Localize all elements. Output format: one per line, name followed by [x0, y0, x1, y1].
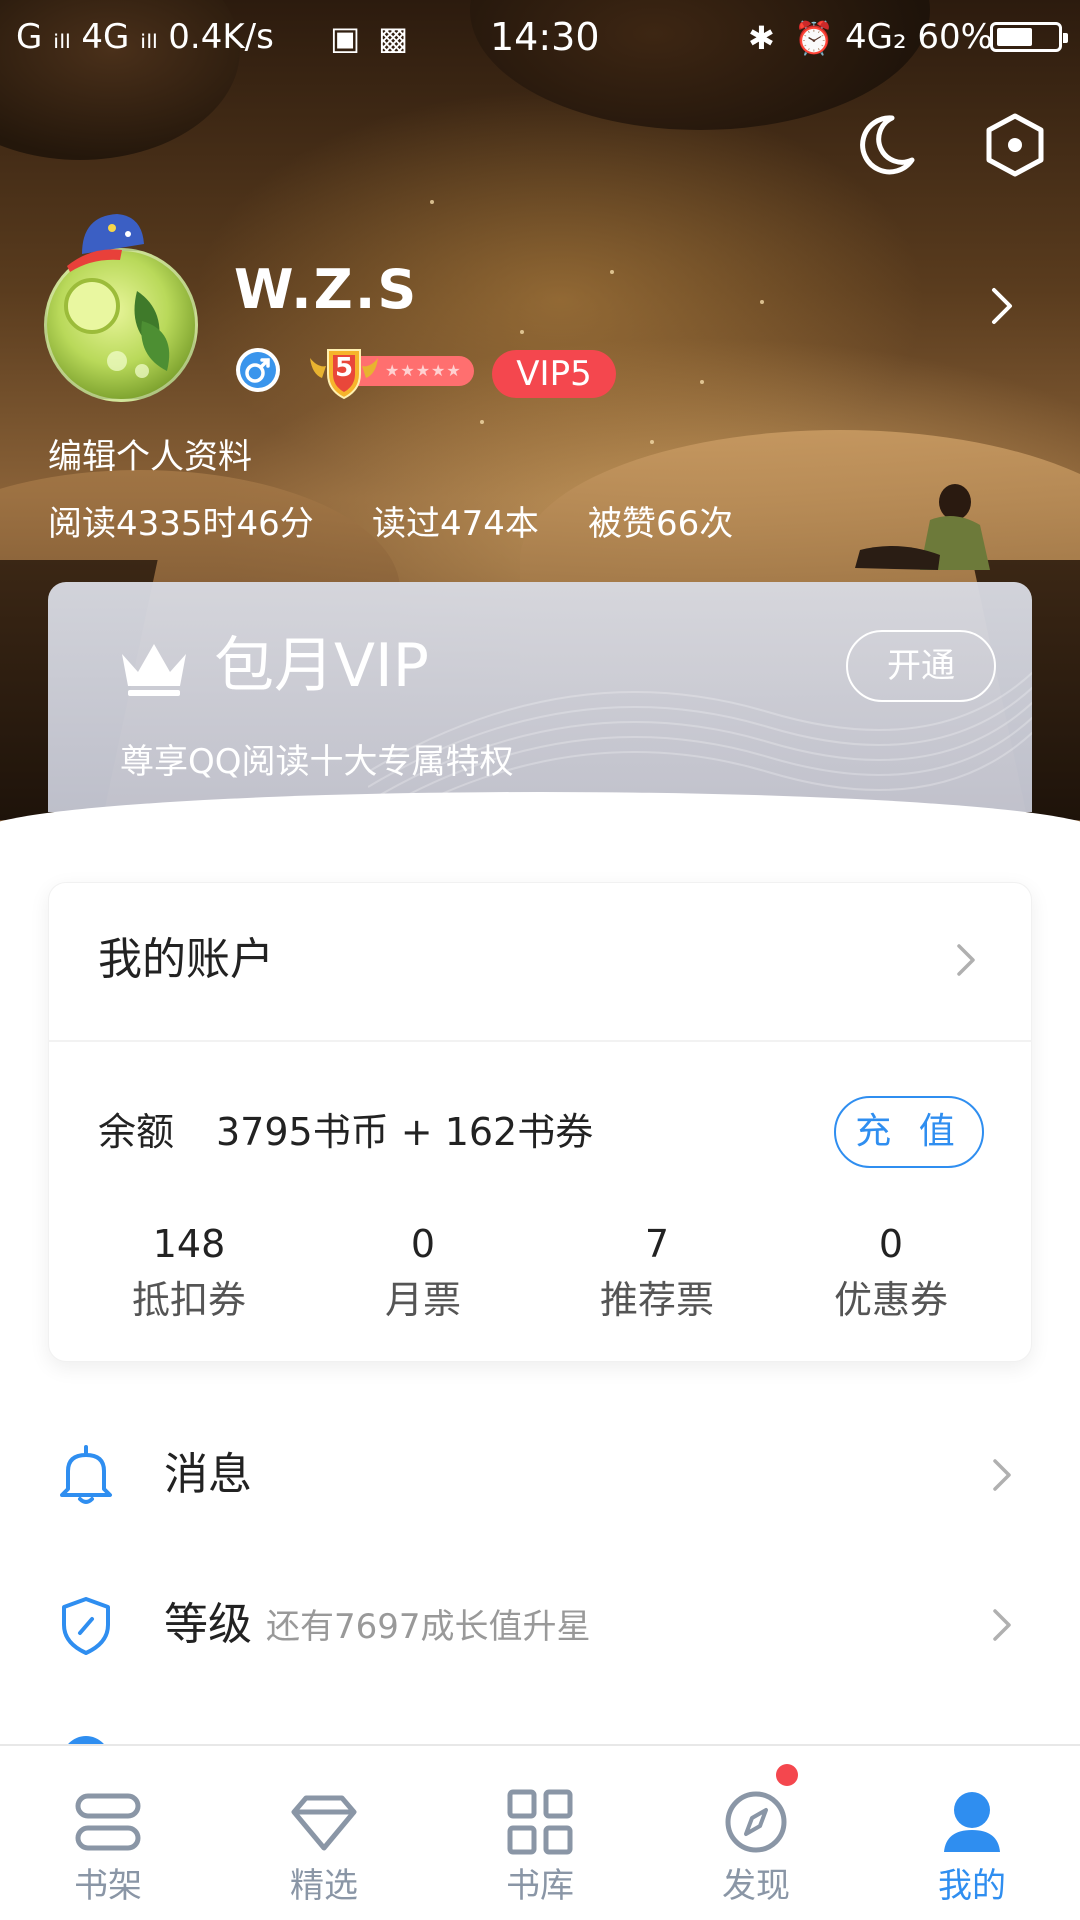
chevron-right-icon [993, 1609, 1011, 1641]
recharge-button[interactable]: 充 值 [834, 1096, 984, 1168]
nav-label: 发现 [722, 1866, 790, 1906]
profile-icon [944, 1792, 1000, 1852]
books-read-stat: 读过474本 [372, 504, 539, 544]
vip-card-title: 包月VIP [214, 631, 429, 701]
reading-time-stat: 阅读4335时46分 [48, 504, 314, 544]
shield-icon [62, 1597, 110, 1655]
edit-profile-link[interactable]: 编辑个人资料 [48, 432, 252, 482]
my-account-title[interactable]: 我的账户 [98, 930, 274, 990]
username: W.Z.S [234, 258, 419, 321]
nav-profile[interactable]: 我的 [864, 1746, 1080, 1920]
account-chevron-right-icon[interactable] [954, 940, 978, 980]
stat-label: 月票 [384, 1278, 461, 1322]
voucher-stat[interactable]: 148 抵扣券 [72, 1216, 306, 1328]
level-number: 5 [334, 353, 354, 383]
star-decoration [480, 420, 484, 424]
star-decoration [520, 330, 524, 334]
nav-label: 书库 [506, 1866, 574, 1906]
signal-speed-text: G ᵢₗₗ 4G ᵢₗₗ 0.4K/s [16, 17, 274, 57]
coupon-stat[interactable]: 0 优惠券 [774, 1216, 1008, 1328]
nav-discover[interactable]: 发现 [648, 1746, 864, 1920]
stat-value: 7 [644, 1222, 670, 1266]
bell-icon [60, 1445, 112, 1504]
battery-icon [990, 22, 1068, 52]
alarm-icon: ⏰ [794, 19, 834, 57]
star-decoration [650, 440, 654, 444]
stat-value: 0 [410, 1222, 436, 1266]
star-decoration [430, 200, 434, 204]
balance-label: 余额 [98, 1110, 175, 1154]
profile-chevron-right-icon[interactable] [986, 284, 1018, 328]
night-mode-moon-icon[interactable] [852, 112, 918, 178]
balance-value: 3795书币 + 162书券 [216, 1110, 594, 1154]
level-stars: ★★★★★ [385, 361, 462, 380]
app-root: G ᵢₗₗ 4G ᵢₗₗ 0.4K/s ▣ ▩ 14:30 ✱ ⏰ 4G₂ 60… [0, 0, 1080, 1920]
male-gender-icon [236, 348, 280, 392]
network-label: 4G₂ [845, 17, 907, 57]
stat-label: 推荐票 [599, 1278, 714, 1322]
monthly-ticket-stat[interactable]: 0 月票 [306, 1216, 540, 1328]
star-decoration [760, 300, 764, 304]
battery-fill [997, 28, 1032, 46]
diamond-icon [291, 1795, 357, 1851]
nav-label: 我的 [938, 1866, 1006, 1906]
star-decoration [700, 380, 704, 384]
battery-percent: 60% [917, 17, 993, 57]
bottom-navigation: 书架 精选 书库 发现 我的 [0, 1744, 1080, 1920]
crown-icon [122, 644, 186, 696]
image-icon: ▩ [378, 19, 409, 57]
bookshelf-icon [75, 1793, 141, 1851]
row-label: 等级 [164, 1599, 252, 1650]
recommend-ticket-stat[interactable]: 7 推荐票 [540, 1216, 774, 1328]
stat-value: 0 [878, 1222, 904, 1266]
stat-label: 抵扣券 [131, 1278, 246, 1322]
storage-icon: ▣ [330, 19, 361, 57]
stat-value: 148 [152, 1222, 226, 1266]
status-bar: G ᵢₗₗ 4G ᵢₗₗ 0.4K/s ▣ ▩ 14:30 ✱ ⏰ 4G₂ 60… [0, 0, 1080, 76]
compass-icon [725, 1791, 787, 1853]
clock: 14:30 [490, 15, 600, 59]
bluetooth-icon: ✱ [748, 19, 775, 57]
vip-card-subtitle: 尊享QQ阅读十大专属特权 [120, 742, 514, 782]
avatar-hat-decoration [67, 214, 144, 272]
divider [48, 1040, 1032, 1042]
nav-bookshelf[interactable]: 书架 [0, 1746, 216, 1920]
grid-icon [507, 1789, 573, 1855]
likes-stat: 被赞66次 [588, 504, 734, 544]
nav-label: 精选 [290, 1866, 358, 1906]
stat-label: 优惠券 [833, 1278, 948, 1322]
vip-open-button[interactable]: 开通 [846, 630, 996, 702]
chevron-right-icon [993, 1459, 1011, 1491]
nav-library[interactable]: 书库 [432, 1746, 648, 1920]
profile-header-background: G ᵢₗₗ 4G ᵢₗₗ 0.4K/s ▣ ▩ 14:30 ✱ ⏰ 4G₂ 60… [0, 0, 1080, 830]
settings-hexagon-icon[interactable] [982, 112, 1048, 178]
list-item-messages[interactable]: 消息 [0, 1410, 1080, 1540]
network-battery-text: 4G₂ 60% [845, 14, 993, 60]
list-item-level[interactable]: 等级 还有7697成长值升星 [0, 1560, 1080, 1690]
row-label: 消息 [164, 1449, 252, 1500]
vip-level-badge[interactable]: VIP5 [492, 350, 616, 398]
notification-dot [776, 1764, 798, 1786]
level-hint: 还有7697成长值升星 [266, 1607, 591, 1647]
nav-featured[interactable]: 精选 [216, 1746, 432, 1920]
reader-figure-illustration [855, 484, 990, 570]
nav-label: 书架 [74, 1866, 142, 1906]
star-decoration [610, 270, 614, 274]
